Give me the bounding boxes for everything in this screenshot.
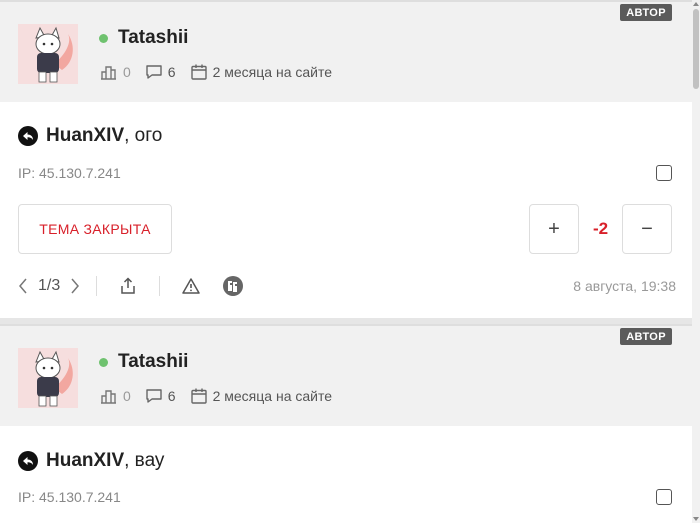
pager-next-button[interactable] — [68, 277, 82, 295]
author-username[interactable]: Tatashii — [118, 27, 188, 49]
share-button[interactable] — [111, 274, 145, 298]
post-timestamp: 8 августа, 19:38 — [573, 278, 676, 294]
likes-stat: 0 — [100, 63, 131, 81]
comments-count: 6 — [167, 388, 176, 404]
online-status-indicator — [99, 358, 108, 367]
comment-icon — [146, 389, 162, 403]
author-stats: 0 6 2 месяца на сайте — [100, 386, 346, 406]
select-post-checkbox[interactable] — [656, 165, 672, 181]
ip-address: IP: 45.130.7.241 — [18, 165, 121, 181]
reply-arrow-icon — [18, 126, 38, 146]
post-footer: 1/3 8 августа, 19:38 — [16, 274, 676, 298]
rating-icon — [101, 66, 116, 80]
comments-stat: 6 — [145, 387, 176, 405]
topic-closed-button[interactable]: ТЕМА ЗАКРЫТА — [18, 204, 172, 254]
posts-list: АВТОР Tatashii 0 6 2 месяца на сайте Hua… — [0, 0, 692, 523]
author-username[interactable]: Tatashii — [118, 351, 188, 373]
pager-prev-button[interactable] — [16, 277, 30, 295]
divider — [159, 276, 161, 296]
author-badge: АВТОР — [620, 328, 672, 345]
scrollbar[interactable] — [692, 0, 700, 523]
avatar[interactable] — [18, 24, 78, 84]
comments-count: 6 — [167, 64, 176, 80]
rating-icon — [101, 390, 116, 404]
scroll-down-arrow-icon[interactable] — [693, 517, 699, 521]
select-post-checkbox[interactable] — [656, 489, 672, 505]
scroll-up-arrow-icon[interactable] — [693, 2, 699, 6]
vote-score: -2 — [592, 219, 609, 238]
post-body: HuanXIV, ого — [18, 125, 162, 147]
forum-post: АВТОР Tatashii 0 6 2 месяца на сайте Hua… — [0, 0, 692, 318]
report-button[interactable] — [174, 274, 208, 298]
post-author-header: АВТОР Tatashii 0 6 2 месяца на сайте — [0, 324, 692, 426]
pager: 1/3 — [16, 277, 82, 295]
time-on-site: 2 месяца на сайте — [212, 388, 333, 404]
avatar[interactable] — [18, 348, 78, 408]
comment-icon — [146, 65, 162, 79]
forum-page: АВТОР Tatashii 0 6 2 месяца на сайте Hua… — [0, 0, 700, 523]
likes-count: 0 — [123, 64, 131, 80]
scrollbar-thumb[interactable] — [693, 9, 699, 89]
calendar-icon — [190, 388, 207, 404]
forum-post: АВТОР Tatashii 0 6 2 месяца на сайте Hua… — [0, 324, 692, 523]
post-text: , вау — [124, 450, 165, 471]
divider — [96, 276, 98, 296]
comments-stat: 6 — [145, 63, 176, 81]
bb-badge-button[interactable] — [216, 274, 250, 298]
likes-stat: 0 — [100, 387, 131, 405]
reply-to-username[interactable]: HuanXIV — [46, 450, 124, 472]
share-icon — [121, 277, 135, 294]
chevron-left-icon — [19, 278, 27, 294]
author-stats: 0 6 2 месяца на сайте — [100, 62, 346, 82]
author-badge: АВТОР — [620, 4, 672, 21]
chevron-right-icon — [71, 278, 80, 294]
post-author-header: АВТОР Tatashii 0 6 2 месяца на сайте — [0, 0, 692, 102]
bb-icon — [223, 276, 244, 296]
online-status-indicator — [99, 34, 108, 43]
calendar-icon — [190, 64, 207, 80]
pager-count: 1/3 — [38, 277, 61, 294]
downvote-button[interactable]: − — [622, 204, 672, 254]
post-body: HuanXIV, вау — [18, 450, 164, 472]
time-on-site: 2 месяца на сайте — [212, 64, 333, 80]
upvote-button[interactable]: + — [529, 204, 579, 254]
post-text: , ого — [124, 125, 163, 146]
reply-arrow-icon — [18, 451, 38, 471]
time-on-site-stat: 2 месяца на сайте — [190, 387, 332, 405]
likes-count: 0 — [123, 388, 131, 404]
reply-to-username[interactable]: HuanXIV — [46, 125, 124, 147]
time-on-site-stat: 2 месяца на сайте — [190, 63, 332, 81]
ip-address: IP: 45.130.7.241 — [18, 489, 121, 505]
warning-icon — [182, 278, 200, 294]
